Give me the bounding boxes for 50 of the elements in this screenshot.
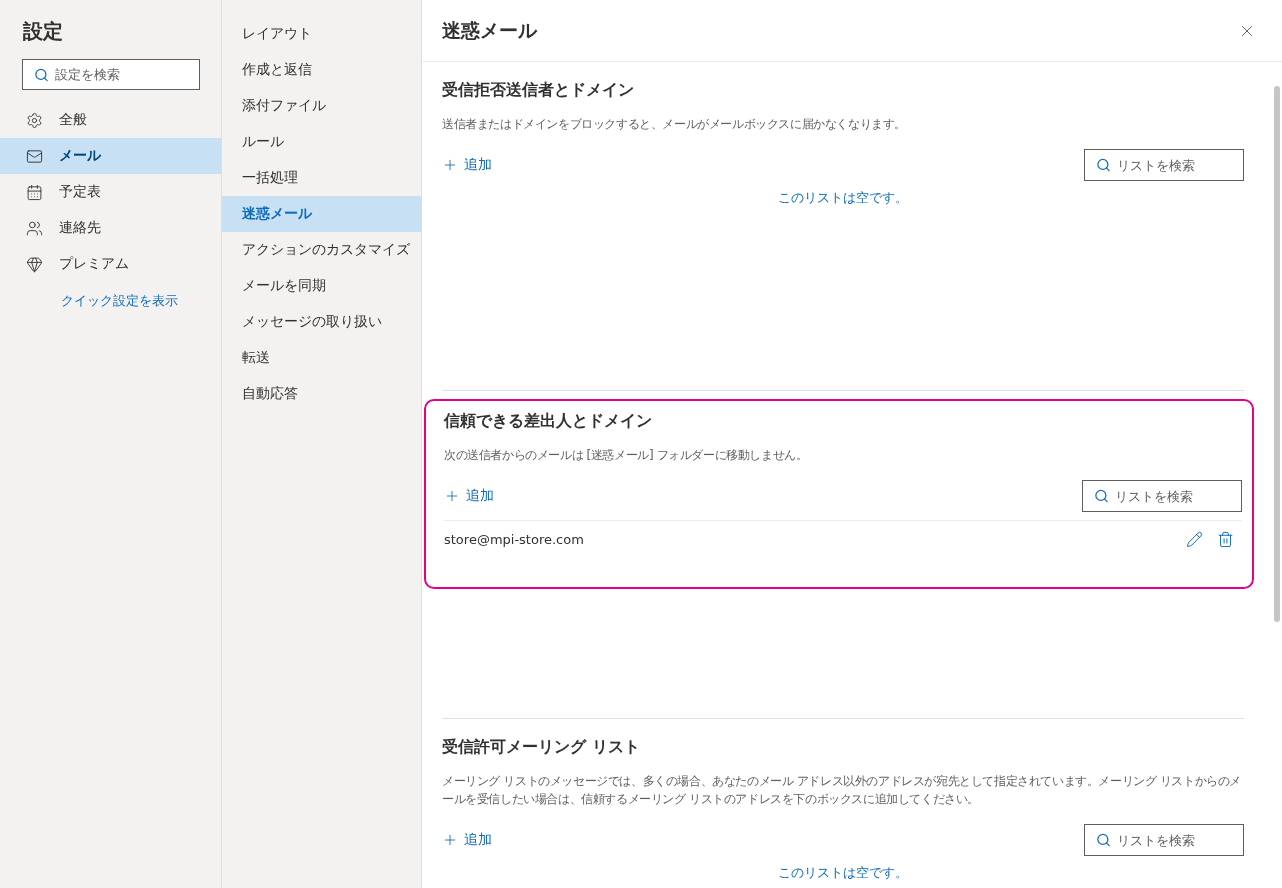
search-icon (1094, 488, 1109, 504)
subnav-item[interactable]: 転送 (222, 340, 421, 376)
subnav-item[interactable]: ルール (222, 124, 421, 160)
settings-search-field[interactable]: 設定を検索 (22, 59, 200, 90)
section-title: 受信許可メーリング リスト (442, 737, 641, 758)
settings-title: 設定 (23, 18, 64, 45)
subnav-item[interactable]: メールを同期 (222, 268, 421, 304)
plus-icon (444, 488, 460, 504)
calendar-icon (26, 183, 43, 201)
list-search-field[interactable]: リストを検索 (1082, 480, 1242, 512)
section-title: 信頼できる差出人とドメイン (444, 411, 653, 432)
section-description: 次の送信者からのメールは [迷惑メール] フォルダーに移動しません。 (444, 447, 809, 464)
category-item[interactable]: 連絡先 (0, 210, 221, 246)
plus-icon (442, 832, 458, 848)
empty-list-message: このリストは空です。 (778, 865, 908, 880)
gem-icon (26, 255, 43, 273)
panel-title: 迷惑メール (442, 17, 537, 43)
subnav-item[interactable]: 作成と返信 (222, 52, 421, 88)
section-description: メーリング リストのメッセージでは、多くの場合、あなたのメール アドレス以外のアドレスが宛先として指定されています。メーリング リストからのメールを受信したい場合は、信頼するメーリング リストのアドレスを下のボックスに追加してください。 (442, 773, 1243, 808)
category-item[interactable]: 予定表 (0, 174, 221, 210)
add-button[interactable]: 追加 (442, 831, 492, 849)
gear-icon (26, 111, 43, 129)
add-button[interactable]: 追加 (444, 487, 494, 505)
category-item[interactable]: 全般 (0, 102, 221, 138)
subnav-item[interactable]: 添付ファイル (222, 88, 421, 124)
scrollbar-thumb[interactable] (1274, 86, 1280, 622)
subnav-item[interactable]: 迷惑メール (222, 196, 421, 232)
subnav-item[interactable]: 一括処理 (222, 160, 421, 196)
subnav-item[interactable]: メッセージの取り扱い (222, 304, 421, 340)
edit-button[interactable] (1186, 531, 1203, 548)
add-button[interactable]: 追加 (442, 156, 492, 174)
list-search-field[interactable]: リストを検索 (1084, 149, 1244, 181)
section-title: 受信拒否送信者とドメイン (442, 80, 635, 101)
category-item[interactable]: プレミアム (0, 246, 221, 282)
quick-settings-link[interactable]: クイック設定を表示 (61, 292, 221, 310)
search-icon (34, 67, 49, 82)
search-icon (1096, 157, 1111, 173)
people-icon (26, 219, 43, 237)
plus-icon (442, 157, 458, 173)
section-description: 送信者またはドメインをブロックすると、メールがメールボックスに届かなくなります。 (442, 116, 907, 133)
mail-icon (26, 147, 43, 165)
subnav-item[interactable]: レイアウト (222, 16, 421, 52)
search-icon (1096, 832, 1111, 848)
sender-address: store@mpi-store.com (444, 532, 584, 547)
category-item[interactable]: メール (0, 138, 221, 174)
list-search-field[interactable]: リストを検索 (1084, 824, 1244, 856)
subnav-item[interactable]: 自動応答 (222, 376, 421, 412)
empty-list-message: このリストは空です。 (778, 190, 908, 205)
delete-button[interactable] (1217, 531, 1234, 548)
subnav-item[interactable]: アクションのカスタマイズ (222, 232, 421, 268)
